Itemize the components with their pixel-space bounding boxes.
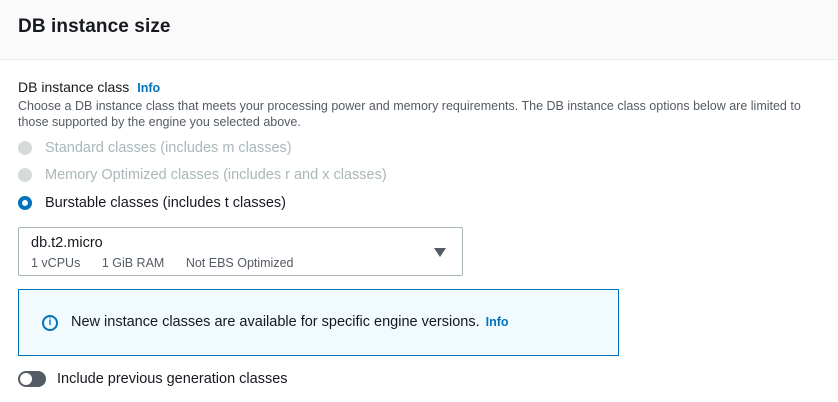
instance-class-info-link[interactable]: Info xyxy=(137,81,160,95)
select-meta: 1 vCPUs 1 GiB RAM Not EBS Optimized xyxy=(31,256,312,270)
alert-text: New instance classes are available for s… xyxy=(71,314,509,330)
select-vcpus: 1 vCPUs xyxy=(31,256,81,270)
radio-label: Memory Optimized classes (includes r and… xyxy=(45,167,387,183)
toggle-knob xyxy=(20,373,32,385)
panel-header: DB instance size xyxy=(0,0,838,60)
select-ebs: Not EBS Optimized xyxy=(185,256,294,270)
radio-burstable-classes[interactable]: Burstable classes (includes t classes) xyxy=(18,193,286,213)
radio-button-selected[interactable] xyxy=(18,196,32,210)
info-alert: i New instance classes are available for… xyxy=(18,289,619,356)
toggle-label[interactable]: Include previous generation classes xyxy=(57,371,288,387)
instance-class-label-row: DB instance class Info xyxy=(18,79,160,95)
radio-memory-optimized-classes: Memory Optimized classes (includes r and… xyxy=(18,165,387,185)
alert-message: New instance classes are available for s… xyxy=(71,314,480,330)
alert-info-link[interactable]: Info xyxy=(486,315,509,329)
instance-class-label: DB instance class xyxy=(18,79,130,95)
caret-down-icon[interactable] xyxy=(434,248,446,257)
previous-generation-toggle-row[interactable]: Include previous generation classes xyxy=(18,369,288,389)
radio-button-disabled xyxy=(18,141,32,155)
radio-label: Standard classes (includes m classes) xyxy=(45,140,292,156)
select-value: db.t2.micro xyxy=(31,235,103,251)
previous-generation-toggle[interactable] xyxy=(18,371,46,387)
instance-class-description: Choose a DB instance class that meets yo… xyxy=(18,99,801,129)
instance-class-select[interactable]: db.t2.micro 1 vCPUs 1 GiB RAM Not EBS Op… xyxy=(18,227,463,276)
radio-label[interactable]: Burstable classes (includes t classes) xyxy=(45,195,286,211)
radio-standard-classes: Standard classes (includes m classes) xyxy=(18,138,292,158)
info-circle-icon: i xyxy=(42,315,58,331)
radio-button-disabled xyxy=(18,168,32,182)
select-ram: 1 GiB RAM xyxy=(101,256,165,270)
panel-title: DB instance size xyxy=(18,16,171,37)
